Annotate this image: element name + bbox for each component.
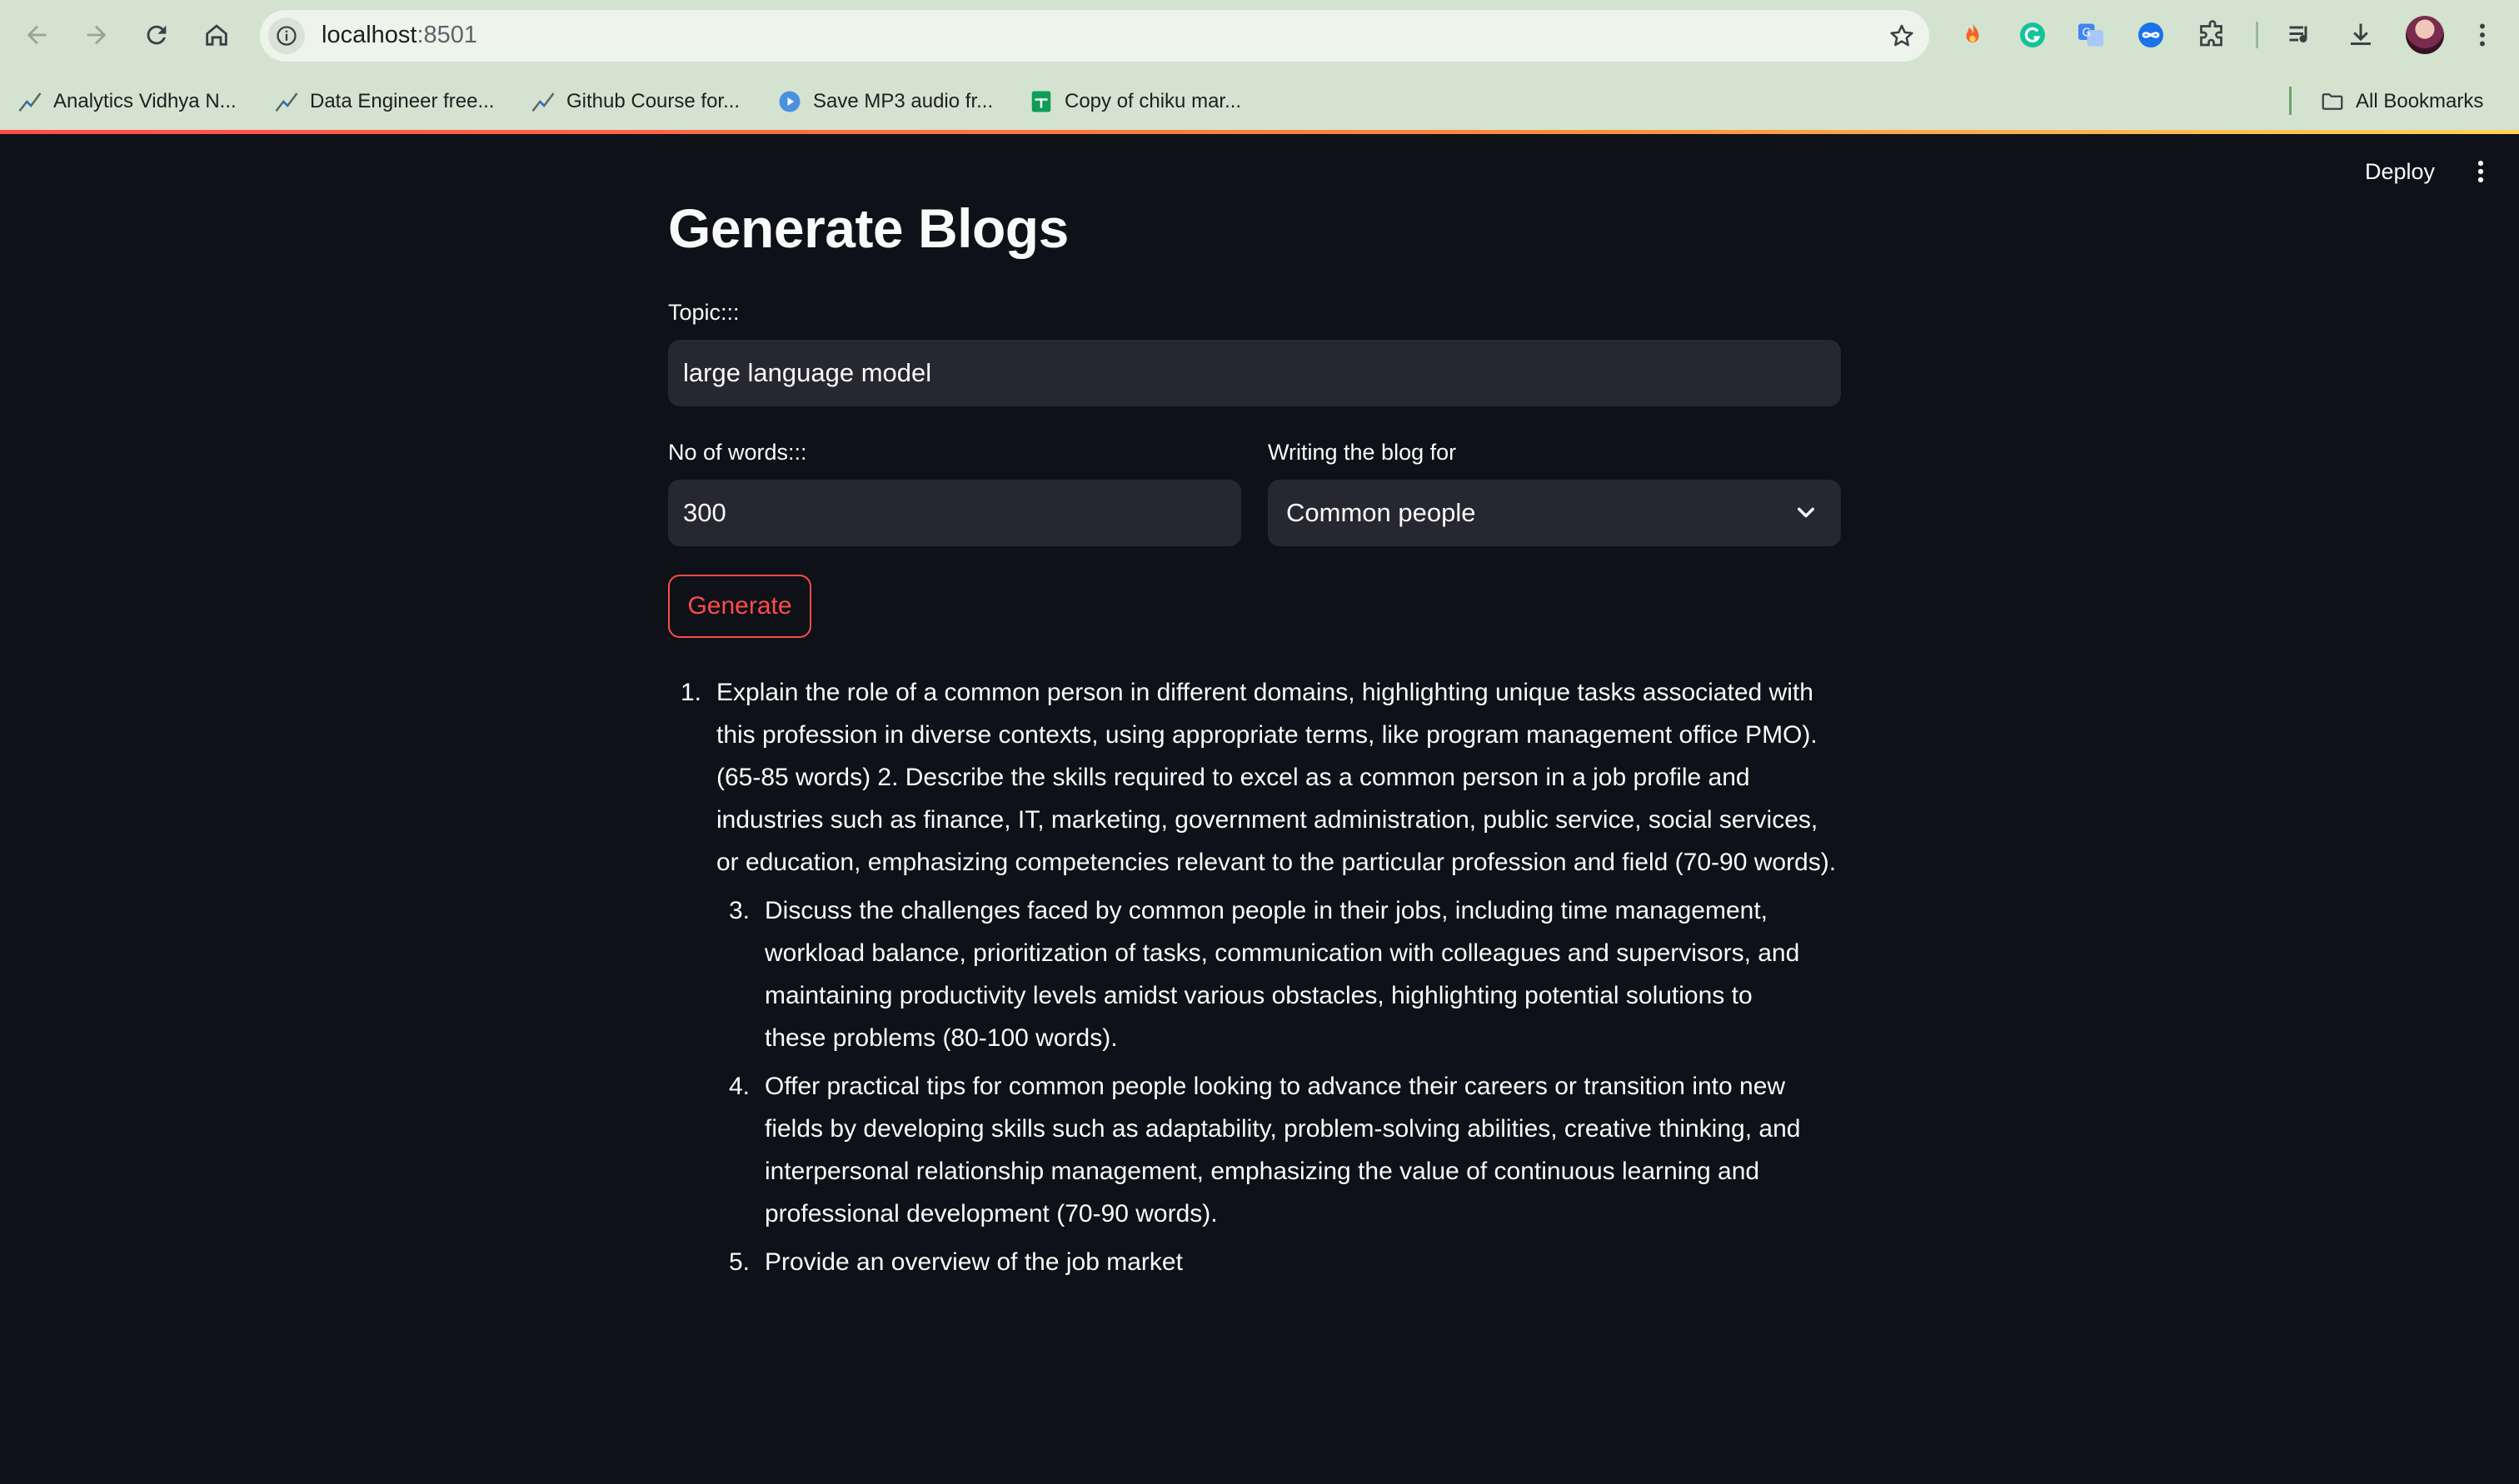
topic-input[interactable]: large language model [668,340,1841,406]
audience-selected-value: Common people [1286,498,1476,527]
audience-select[interactable]: Common people [1268,480,1841,546]
text-line: workload balance, prioritization of task… [765,939,1800,967]
all-bookmarks-label: All Bookmarks [2356,90,2484,112]
list-item-text: Offer practical tips for common people l… [765,1065,1800,1235]
chevron-down-icon [1798,507,1814,518]
home-button[interactable] [197,15,237,55]
app-decoration-bar [0,130,2519,134]
text-line: Discuss the challenges faced by common p… [765,897,1768,924]
chart-trend-icon [17,88,43,115]
app-menu-button[interactable] [2464,152,2497,192]
bookmark-item[interactable]: Analytics Vidhya N... [17,80,237,123]
text-line: Offer practical tips for common people l… [765,1073,1786,1100]
bookmark-item[interactable]: Github Course for... [530,80,740,123]
sheets-icon [1028,88,1055,115]
all-bookmarks-button[interactable]: All Bookmarks [2319,80,2483,123]
more-vertical-icon [2477,160,2484,183]
download-icon[interactable] [2341,15,2381,55]
home-icon [206,24,227,46]
bookmark-item[interactable]: Save MP3 audio fr... [776,80,993,123]
bookmark-label: Github Course for... [566,90,741,112]
translate-icon[interactable]: G [2071,15,2111,55]
text-line: (65-85 words) 2. Describe the skills req… [716,764,1750,791]
url-text[interactable]: localhost:8501 [322,22,477,49]
list-item-number: 5. [728,1248,750,1276]
text-line: fields by developing skills such as adap… [765,1115,1801,1143]
profile-avatar[interactable] [2406,16,2444,54]
list-item-text: Explain the role of a common person in d… [716,671,1836,884]
extensions-puzzle-icon[interactable] [2192,15,2232,55]
svg-text:G: G [2083,27,2091,40]
toolbar-separator [2256,22,2258,48]
browser-chrome: localhost:8501 G Analytics Vidhya N... D… [0,0,2519,133]
text-line: maintaining productivity levels amidst v… [765,982,1753,1009]
bookmark-label: Data Engineer free... [310,90,495,112]
list-item-number: 1. [680,679,701,706]
arrow-right-icon [87,25,107,45]
browser-menu-icon[interactable] [2462,15,2502,55]
list-item-text: Discuss the challenges faced by common p… [765,889,1799,1059]
bookmark-item[interactable]: Copy of chiku mar... [1028,80,1241,123]
browser-toolbar: localhost:8501 G [0,0,2519,70]
page-title: Generate Blogs [668,197,1069,259]
url-host: localhost [322,22,417,48]
bookmark-label: Copy of chiku mar... [1065,90,1242,112]
words-label: No of words::: [668,440,807,465]
media-queue-icon[interactable] [2281,15,2321,55]
bookmark-star-icon[interactable] [1886,20,1918,52]
arrow-left-icon [27,25,47,45]
bookmarks-bar: Analytics Vidhya N... Data Engineer free… [0,80,2519,123]
reload-button[interactable] [137,15,177,55]
folder-icon [2319,88,2346,115]
grammarly-icon[interactable] [2013,15,2053,55]
bookmark-item[interactable]: Data Engineer free... [273,80,494,123]
chart-trend-icon [273,88,300,115]
chart-trend-icon [530,88,556,115]
text-line: industries such as finance, IT, marketin… [716,806,1818,834]
deploy-button[interactable]: Deploy [2346,148,2454,195]
site-info-icon[interactable] [268,17,305,54]
topic-label: Topic::: [668,300,740,325]
address-bar[interactable]: localhost:8501 [260,10,1929,62]
text-line: these problems (80-100 words). [765,1024,1118,1052]
infinity-extension-icon[interactable] [2131,15,2171,55]
text-line: or education, emphasizing competencies r… [716,849,1837,876]
generate-button[interactable]: Generate [668,575,811,638]
list-item-number: 3. [728,897,750,924]
text-line: Explain the role of a common person in d… [716,679,1813,706]
bookmarks-separator [2289,87,2292,115]
extension-flame-icon[interactable] [1953,15,1993,55]
bookmark-label: Save MP3 audio fr... [813,90,994,112]
bookmark-label: Analytics Vidhya N... [53,90,237,112]
reload-icon [147,25,167,45]
play-circle-icon [776,88,803,115]
url-port: :8501 [417,22,478,48]
list-item-text: Provide an overview of the job market [765,1241,1183,1283]
forward-button[interactable] [77,15,117,55]
list-item-number: 4. [728,1073,750,1100]
back-button[interactable] [17,15,57,55]
text-line: this profession in diverse contexts, usi… [716,721,1818,749]
text-line: Provide an overview of the job market [765,1248,1183,1276]
text-line: professional development (70-90 words). [765,1200,1218,1228]
audience-label: Writing the blog for [1268,440,1457,465]
text-line: interpersonal relationship management, e… [765,1158,1760,1185]
words-input[interactable]: 300 [668,480,1241,546]
